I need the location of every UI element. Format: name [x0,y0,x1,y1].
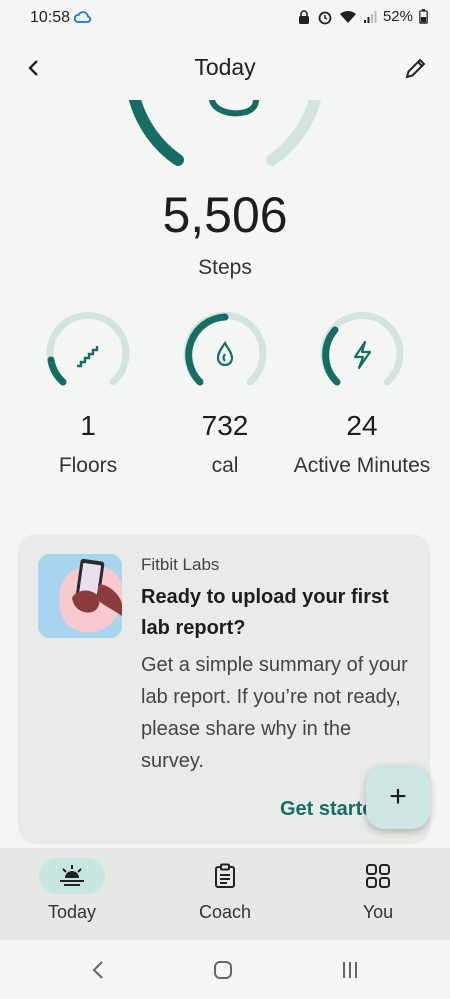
card-body: Get a simple summary of your lab report.… [141,654,408,772]
system-recents-button[interactable] [330,958,370,982]
add-fab-button[interactable]: + [366,765,430,829]
stairs-icon [77,346,99,368]
nav-item-you[interactable]: You [318,858,438,923]
battery-percent: 52% [382,8,413,25]
pencil-icon [405,58,426,79]
system-navigation-bar [0,940,450,999]
card-eyebrow: Fitbit Labs [141,555,220,574]
metric-calories[interactable]: 732 cal [155,310,295,481]
nav-label-today: Today [47,902,97,922]
nav-pill-coach [192,858,258,894]
nav-pill-you [345,858,411,894]
grid-icon [366,864,390,888]
bolt-icon [353,340,372,370]
active-minutes-value: 24 [346,410,378,441]
clipboard-icon [215,863,235,888]
steps-value: 5,506 [162,187,288,243]
nav-item-today[interactable]: Today [12,858,132,923]
nav-label-coach: Coach [198,902,252,922]
metric-active-minutes[interactable]: 24 Active Minutes [292,310,432,481]
steps-ring [129,100,321,166]
active-minutes-ring [320,311,404,386]
calories-ring [183,311,267,386]
active-minutes-label: Active Minutes [293,454,431,477]
alarm-icon [318,11,332,24]
home-square-icon [214,961,232,979]
system-home-button[interactable] [203,958,243,982]
edit-button[interactable] [400,52,432,84]
recents-icon [343,962,357,978]
status-time: 10:58 [30,9,71,26]
bottom-navigation: Today Coach You [0,848,450,940]
signal-icon [363,10,377,23]
status-icons: 52% [297,8,428,25]
flame-icon [216,340,234,367]
steps-shoe-icon [209,100,259,117]
cloud-icon [73,10,92,29]
app-bar: Today [0,40,450,96]
card-title: Ready to upload your first lab report? [141,586,389,639]
floors-label: Floors [58,454,118,477]
floors-value: 1 [80,410,96,441]
calories-value: 732 [201,410,249,441]
metric-floors[interactable]: 1 Floors [18,310,158,481]
floors-ring [46,311,130,386]
lock-icon [298,9,309,24]
lab-report-illustration [38,554,122,638]
nav-pill-today [39,858,105,894]
nav-label-you: You [362,902,394,922]
steps-label: Steps [198,256,252,279]
plus-icon: + [389,780,407,813]
calories-label: cal [211,454,239,477]
sunrise-icon [60,865,84,886]
wifi-icon [339,10,356,23]
chevron-left-icon [92,961,103,979]
page-title: Today [194,54,256,80]
nav-item-coach[interactable]: Coach [165,858,285,923]
battery-icon [419,9,428,24]
system-back-button[interactable] [78,958,118,982]
status-bar: 10:58 52% [0,0,450,36]
